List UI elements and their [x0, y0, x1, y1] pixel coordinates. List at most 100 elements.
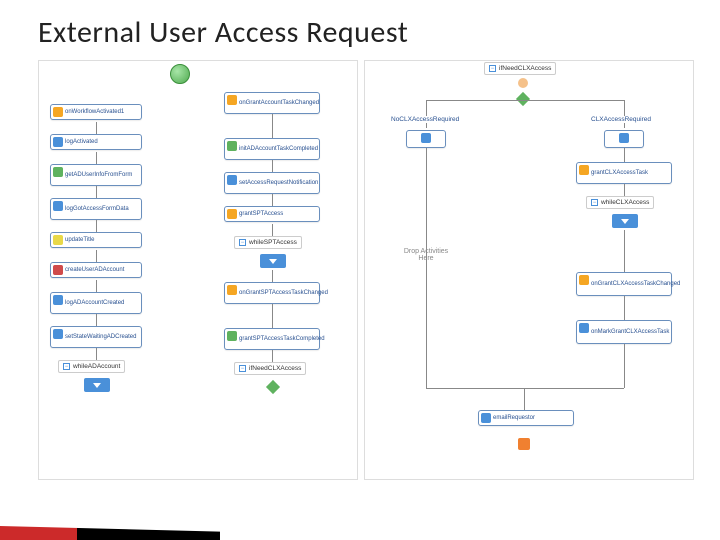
activity-ongrantspttask[interactable]: onGrantSPTAccessTaskChanged	[224, 282, 320, 304]
activity-createuserad[interactable]: createUserADAccount	[50, 262, 142, 278]
activity-label: setStateWaitingADCreated	[65, 334, 136, 341]
activity-onworkflowactivated[interactable]: onWorkflowActivated1	[50, 104, 142, 120]
while-adaccount-body[interactable]	[84, 378, 110, 392]
if-needclx-header[interactable]: −ifNeedCLXAccess	[234, 362, 306, 375]
connector	[96, 250, 97, 262]
check-icon	[227, 141, 237, 151]
collapse-icon[interactable]: −	[239, 239, 246, 246]
gear-icon	[53, 107, 63, 117]
activity-label: initADAccountTaskCompleted	[239, 146, 318, 153]
activity-label: logActivated	[65, 139, 98, 146]
connector	[624, 184, 625, 196]
while-sptaccess-header[interactable]: −whileSPTAccess	[234, 236, 302, 249]
grant-icon	[227, 209, 237, 219]
check-icon	[227, 331, 237, 341]
activity-label: grantSPTAccessTaskCompleted	[239, 336, 325, 343]
workflow-canvas: onWorkflowActivated1 logActivated getADU…	[38, 60, 700, 520]
collapse-icon[interactable]: −	[63, 363, 70, 370]
activity-sptaccesscompleted[interactable]: grantSPTAccessTaskCompleted	[224, 328, 320, 350]
connector	[624, 148, 625, 162]
while-label: whileSPTAccess	[249, 239, 297, 246]
activity-logactivated[interactable]: logActivated	[50, 134, 142, 150]
log-icon	[53, 137, 63, 147]
connector	[624, 230, 625, 272]
activity-label: onGrantSPTAccessTaskChanged	[239, 290, 328, 297]
activity-loggotaccess[interactable]: logGotAccessFormData	[50, 198, 142, 220]
connector	[272, 270, 273, 282]
connector	[272, 114, 273, 138]
connector	[96, 186, 97, 198]
collapse-icon[interactable]: −	[591, 199, 598, 206]
activity-ongrantclxtask[interactable]: onGrantCLXAccessTaskChanged	[576, 272, 672, 296]
end-icon	[518, 438, 530, 450]
activity-label: onGrantAccountTaskChanged	[239, 100, 319, 107]
slide-accent	[0, 526, 220, 540]
connector	[272, 194, 273, 206]
connector	[272, 304, 273, 328]
data-icon	[53, 167, 63, 177]
connector	[272, 224, 273, 236]
page-title: External User Access Request	[0, 0, 720, 55]
connector	[96, 314, 97, 326]
connector	[426, 100, 624, 101]
while-label: whileCLXAccess	[601, 199, 649, 206]
connector	[426, 388, 624, 389]
drop-hint: Drop Activities Here	[396, 248, 456, 262]
connector	[624, 100, 625, 128]
activity-logadaccount[interactable]: logADAccountCreated	[50, 292, 142, 314]
connector	[624, 344, 625, 388]
connector	[96, 220, 97, 232]
while-adaccount-header[interactable]: −whileADAccount	[58, 360, 125, 373]
activity-updatetitle[interactable]: updateTitle	[50, 232, 142, 248]
task-icon	[579, 275, 589, 285]
while-clxaccess-header[interactable]: −whileCLXAccess	[586, 196, 654, 209]
activity-setaccessnotif[interactable]: setAccessRequestNotification	[224, 172, 320, 194]
connector	[272, 350, 273, 362]
log-icon	[53, 295, 63, 305]
start-icon	[170, 64, 190, 84]
activity-label: setAccessRequestNotification	[239, 180, 318, 187]
branch-icon	[421, 133, 431, 143]
activity-label: updateTitle	[65, 237, 94, 244]
state-icon	[53, 329, 63, 339]
activity-grantclxtask[interactable]: grantCLXAccessTask	[576, 162, 672, 184]
activity-label: grantCLXAccessTask	[591, 170, 648, 177]
update-icon	[53, 235, 63, 245]
collapse-icon[interactable]: −	[239, 365, 246, 372]
connector	[96, 348, 97, 360]
mail-icon	[481, 413, 491, 423]
while-clxaccess-body[interactable]	[612, 214, 638, 228]
activity-label: grantSPTAccess	[239, 211, 283, 218]
collapse-icon[interactable]: −	[489, 65, 496, 72]
mark-icon	[579, 323, 589, 333]
task-icon	[227, 285, 237, 295]
if-label: ifNeedCLXAccess	[249, 365, 301, 372]
activity-emailrequestor[interactable]: emailRequestor	[478, 410, 574, 426]
connector	[96, 122, 97, 134]
activity-label: onWorkflowActivated1	[65, 109, 124, 116]
notify-icon	[227, 175, 237, 185]
activity-getaduserinfo[interactable]: getADUserInfoFromForm	[50, 164, 142, 186]
activity-setstatewaiting[interactable]: setStateWaitingADCreated	[50, 326, 142, 348]
activity-grantsptaccess[interactable]: grantSPTAccess	[224, 206, 320, 222]
activity-label: emailRequestor	[493, 415, 535, 422]
activity-label: createUserADAccount	[65, 267, 124, 274]
activity-markgrantclx[interactable]: onMarkGrantCLXAccessTask	[576, 320, 672, 344]
connector	[426, 100, 427, 128]
branch-noclx-box[interactable]	[406, 130, 446, 148]
activity-ongranttaskchanged[interactable]: onGrantAccountTaskChanged	[224, 92, 320, 114]
activity-initadtask[interactable]: initADAccountTaskCompleted	[224, 138, 320, 160]
connector	[426, 148, 427, 388]
while-sptaccess-body[interactable]	[260, 254, 286, 268]
branch-clxreq-box[interactable]	[604, 130, 644, 148]
if-needclx-top[interactable]: −ifNeedCLXAccess	[484, 62, 556, 75]
connector	[524, 388, 525, 410]
person-icon	[518, 78, 528, 88]
branch-noclx: NoCLXAccessRequired	[390, 116, 460, 123]
connector	[96, 280, 97, 292]
if-label: ifNeedCLXAccess	[499, 65, 551, 72]
activity-label: onMarkGrantCLXAccessTask	[591, 329, 669, 336]
activity-label: logADAccountCreated	[65, 300, 124, 307]
activity-label: onGrantCLXAccessTaskChanged	[591, 281, 680, 288]
activity-label: getADUserInfoFromForm	[65, 172, 132, 179]
